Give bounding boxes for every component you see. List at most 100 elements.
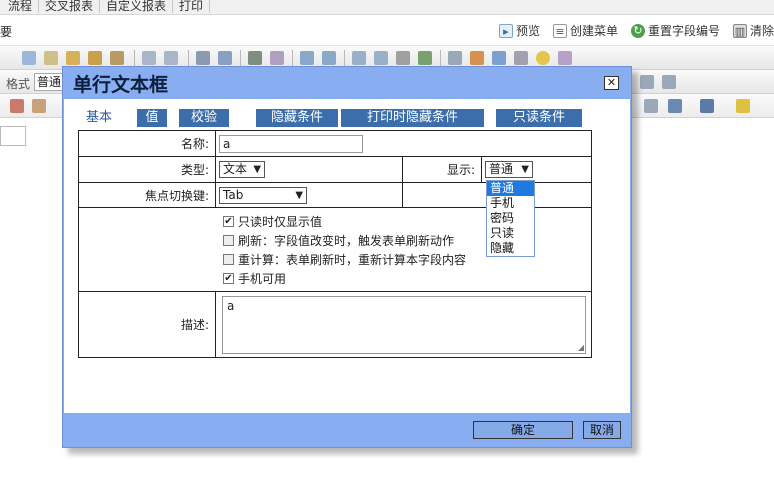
outdent-icon[interactable]	[352, 51, 366, 65]
background-color-icon[interactable]	[736, 99, 750, 113]
table-icon[interactable]	[492, 51, 506, 65]
readonly-show-value-option[interactable]: ✔ 只读时仅显示值	[223, 212, 591, 231]
preview-label: 预览	[515, 24, 540, 38]
recalculate-checkbox[interactable]	[223, 253, 234, 265]
focus-key-label: 焦点切换键:	[77, 182, 217, 208]
refresh-label: 刷新：字段值改变时，触发表单刷新动作	[238, 233, 455, 248]
eraser-icon[interactable]	[270, 51, 284, 65]
close-icon[interactable]: ✕	[604, 76, 619, 90]
replace-icon[interactable]	[218, 51, 232, 65]
indent-icon[interactable]	[374, 51, 388, 65]
special-char-icon[interactable]	[558, 51, 572, 65]
readonly-show-value-checkbox[interactable]: ✔	[223, 215, 234, 227]
copy-icon[interactable]	[44, 51, 58, 65]
clear-button[interactable]: ▥ 清除	[732, 22, 774, 39]
nav-print[interactable]: 打印	[173, 0, 211, 13]
display-select[interactable]: 普通 ▼	[484, 161, 533, 178]
bullet-list-icon[interactable]	[322, 51, 336, 65]
align-justify-icon[interactable]	[662, 75, 676, 89]
table-row: 名称: a	[77, 130, 592, 157]
focus-key-select[interactable]: Tab ▼	[219, 186, 308, 204]
table-row: 类型: 文本 ▼ 显示: 普通 ▼	[77, 156, 593, 183]
tab-validation[interactable]: 校验	[179, 109, 229, 127]
action-bar: 要 ▸ 预览 ≡ 创建菜单 ↻ 重置字段编号 ▥ 清除	[0, 15, 774, 46]
description-text: a	[227, 298, 235, 313]
preview-icon: ▸	[498, 23, 513, 38]
mobile-available-option[interactable]: ✔ 手机可用	[223, 269, 591, 288]
find-icon[interactable]	[196, 51, 210, 65]
type-select-value: 文本	[223, 162, 248, 176]
format-label: 格式	[6, 77, 31, 91]
tab-hide-condition[interactable]: 隐藏条件	[256, 109, 338, 127]
cancel-button[interactable]: 取消	[583, 421, 621, 439]
image-icon[interactable]	[448, 51, 462, 65]
refresh-icon: ↻	[630, 23, 645, 38]
mobile-available-checkbox[interactable]: ✔	[223, 272, 234, 284]
link-icon[interactable]	[644, 99, 658, 113]
mobile-available-label: 手机可用	[238, 271, 287, 286]
reset-field-number-button[interactable]: ↻ 重置字段编号	[630, 22, 720, 39]
horizontal-line-icon[interactable]	[514, 51, 528, 65]
blockquote-icon[interactable]	[396, 51, 410, 65]
description-label: 描述:	[77, 291, 217, 358]
tab-print-hide-condition[interactable]: 打印时隐藏条件	[341, 109, 484, 127]
reset-field-number-label: 重置字段编号	[647, 24, 720, 38]
chevron-down-icon: ▼	[295, 189, 304, 201]
chevron-down-icon: ▼	[521, 164, 529, 175]
name-label: 名称:	[77, 130, 217, 157]
nav-custom-report[interactable]: 自定义报表	[100, 0, 174, 13]
paste-text-icon[interactable]	[88, 51, 102, 65]
create-menu-button[interactable]: ≡ 创建菜单	[552, 22, 618, 39]
create-menu-label: 创建菜单	[569, 24, 618, 38]
table-row: 描述: a ◢	[77, 291, 592, 358]
background-field[interactable]	[0, 126, 26, 146]
paste-word-icon[interactable]	[110, 51, 124, 65]
ordered-list-icon[interactable]	[300, 51, 314, 65]
recalculate-option[interactable]: 重计算：表单刷新时，重新计算本字段内容	[223, 250, 591, 269]
menu-icon: ≡	[552, 23, 567, 38]
trash-icon: ▥	[732, 23, 747, 38]
refresh-checkbox[interactable]	[223, 234, 234, 246]
redo-icon[interactable]	[164, 51, 178, 65]
tab-value[interactable]: 值	[137, 109, 167, 127]
tab-basic[interactable]: 基本	[74, 109, 124, 127]
nav-cross-report[interactable]: 交叉报表	[39, 0, 101, 13]
dialog-body: 基本 值 校验 隐藏条件 打印时隐藏条件 只读条件 名称: a 类型: 文本 ▼ …	[64, 99, 630, 413]
align-right-icon[interactable]	[640, 75, 654, 89]
readonly-show-value-label: 只读时仅显示值	[238, 214, 323, 229]
preview-button[interactable]: ▸ 预览	[498, 22, 540, 39]
select-all-icon[interactable]	[248, 51, 262, 65]
display-select-value: 普通	[488, 162, 513, 176]
form-control-icon[interactable]	[32, 99, 46, 113]
calendar-icon[interactable]	[10, 99, 24, 113]
display-option-hidden[interactable]: 隐藏	[487, 241, 534, 256]
cut-icon[interactable]	[22, 51, 36, 65]
undo-icon[interactable]	[142, 51, 156, 65]
display-option-mobile[interactable]: 手机	[487, 196, 534, 211]
dialog-footer: 确定 取消	[63, 413, 631, 447]
create-div-icon[interactable]	[418, 51, 432, 65]
name-input[interactable]: a	[219, 134, 364, 153]
ok-button[interactable]: 确定	[473, 421, 573, 439]
textbox-properties-dialog: 单行文本框 ✕ 基本 值 校验 隐藏条件 打印时隐藏条件 只读条件 名称: a …	[62, 66, 632, 448]
type-select[interactable]: 文本 ▼	[219, 161, 266, 178]
display-options-list: 普通 手机 密码 只读 隐藏	[486, 180, 535, 257]
display-label: 显示:	[402, 156, 482, 183]
action-bar-edge-text: 要	[0, 25, 13, 39]
display-option-password[interactable]: 密码	[487, 211, 534, 226]
display-option-readonly[interactable]: 只读	[487, 226, 534, 241]
type-label: 类型:	[77, 156, 217, 183]
display-option-normal[interactable]: 普通	[487, 181, 534, 196]
description-textarea[interactable]: a ◢	[222, 295, 587, 354]
anchor-icon[interactable]	[668, 99, 682, 113]
tab-readonly-condition[interactable]: 只读条件	[496, 109, 582, 127]
resize-grip-icon[interactable]: ◢	[578, 343, 584, 352]
clear-label: 清除	[749, 24, 774, 38]
paste-icon[interactable]	[66, 51, 80, 65]
smiley-icon[interactable]	[536, 51, 550, 65]
refresh-option[interactable]: 刷新：字段值改变时，触发表单刷新动作	[223, 231, 591, 250]
dialog-title: 单行文本框	[73, 74, 169, 96]
text-color-icon[interactable]	[700, 99, 714, 113]
flash-icon[interactable]	[470, 51, 484, 65]
nav-flow[interactable]: 流程	[0, 0, 40, 13]
